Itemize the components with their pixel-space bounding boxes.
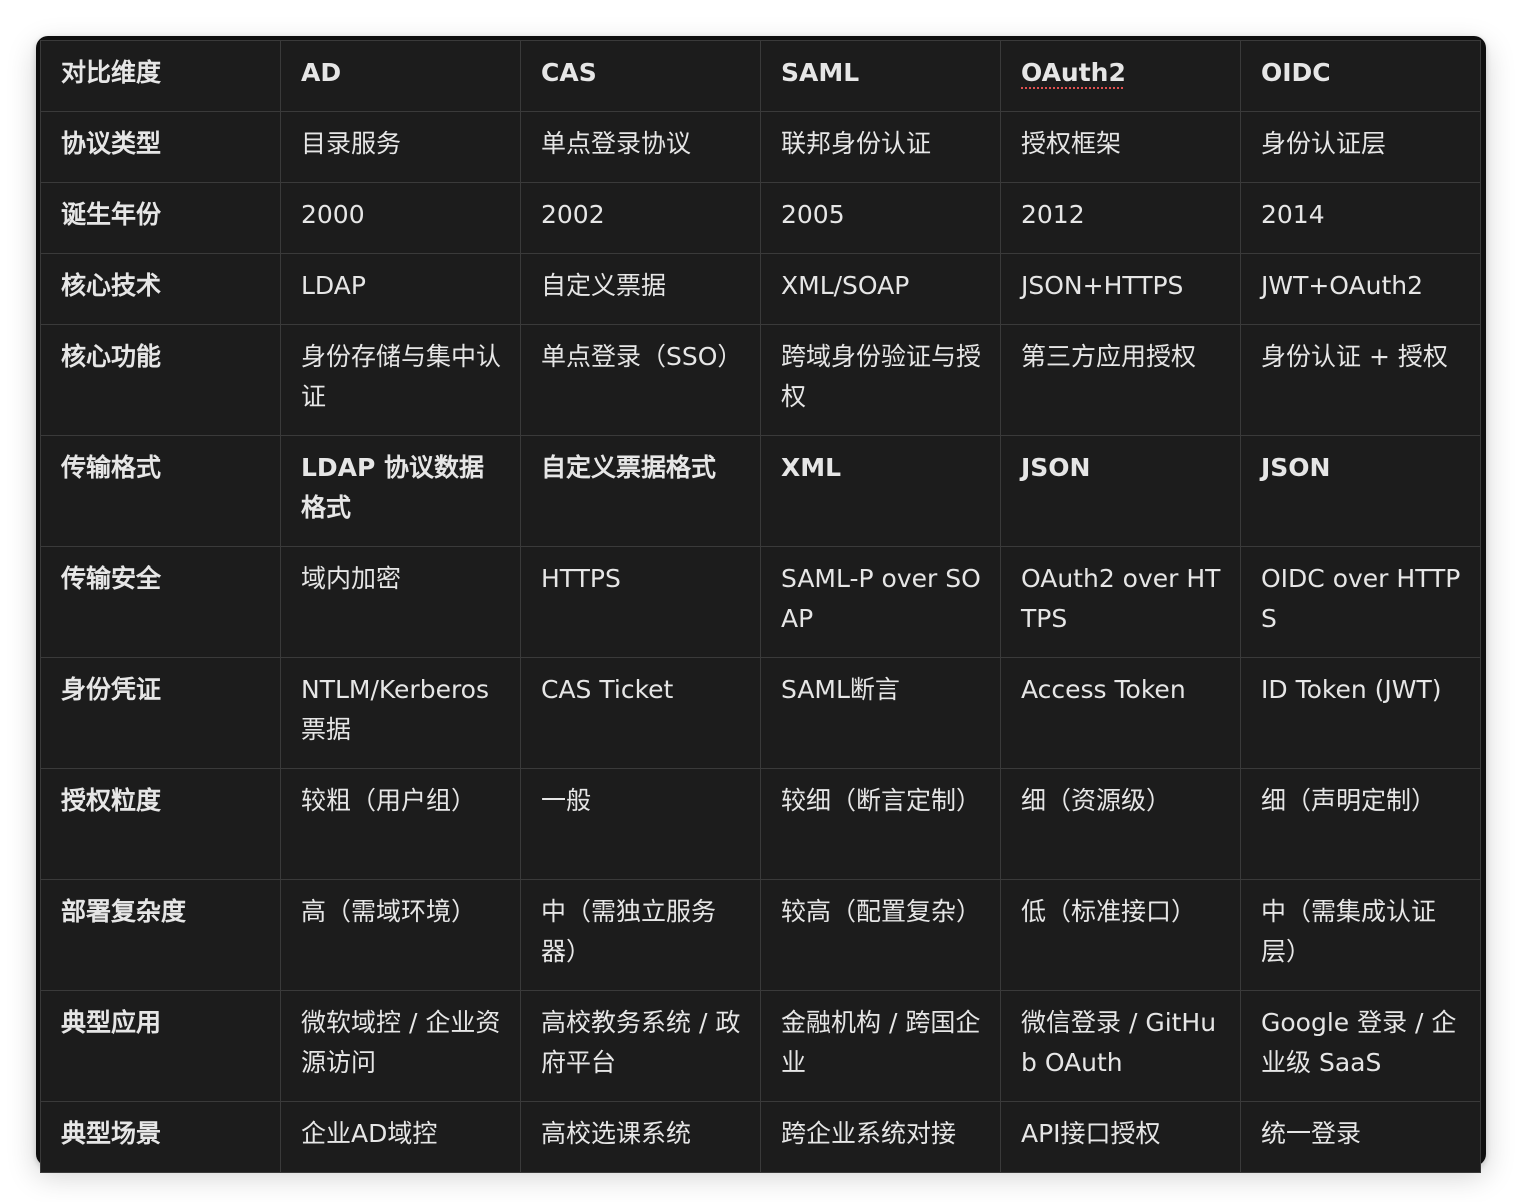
- table-cell: 中（需集成认证层）: [1240, 879, 1481, 991]
- table-row: 授权粒度 较粗（用户组） 一般 较细（断言定制） 细（资源级） 细（声明定制）: [40, 768, 1481, 880]
- table-cell: 域内加密: [280, 546, 521, 658]
- table-cell: 金融机构 / 跨国企业: [760, 990, 1001, 1102]
- header-row: 对比维度 AD CAS SAML OAuth2 OIDC: [40, 40, 1481, 112]
- comparison-table-window: 对比维度 AD CAS SAML OAuth2 OIDC 协议类型 目录服务 单…: [36, 36, 1486, 1173]
- table-cell: 微软域控 / 企业资源访问: [280, 990, 521, 1102]
- table-cell: LDAP: [280, 253, 521, 325]
- row-label: 典型应用: [40, 990, 281, 1102]
- table-cell: NTLM/Kerberos票据: [280, 657, 521, 769]
- row-label: 部署复杂度: [40, 879, 281, 991]
- row-label: 传输安全: [40, 546, 281, 658]
- table-row: 诞生年份 2000 2002 2005 2012 2014: [40, 182, 1481, 254]
- row-label: 核心技术: [40, 253, 281, 325]
- row-label: 身份凭证: [40, 657, 281, 769]
- comparison-table: 对比维度 AD CAS SAML OAuth2 OIDC 协议类型 目录服务 单…: [40, 40, 1481, 1173]
- table-cell: 跨域身份验证与授权: [760, 324, 1001, 436]
- table-cell: 较粗（用户组）: [280, 768, 521, 880]
- header-cell: OIDC: [1240, 40, 1481, 112]
- table-cell: 2012: [1000, 182, 1241, 254]
- table-row: 典型应用 微软域控 / 企业资源访问 高校教务系统 / 政府平台 金融机构 / …: [40, 990, 1481, 1102]
- header-cell: OAuth2: [1000, 40, 1241, 112]
- table-row: 核心功能 身份存储与集中认证 单点登录（SSO） 跨域身份验证与授权 第三方应用…: [40, 324, 1481, 436]
- row-label: 授权粒度: [40, 768, 281, 880]
- header-cell: SAML: [760, 40, 1001, 112]
- table-cell: 较高（配置复杂）: [760, 879, 1001, 991]
- row-label: 核心功能: [40, 324, 281, 436]
- table-cell: 较细（断言定制）: [760, 768, 1001, 880]
- row-label: 诞生年份: [40, 182, 281, 254]
- table-cell: 单点登录协议: [520, 111, 761, 183]
- table-cell: 跨企业系统对接: [760, 1101, 1001, 1173]
- header-cell-text: OAuth2: [1021, 58, 1126, 87]
- table-cell: 单点登录（SSO）: [520, 324, 761, 436]
- header-cell: AD: [280, 40, 521, 112]
- row-label: 协议类型: [40, 111, 281, 183]
- row-label: 传输格式: [40, 435, 281, 547]
- table-cell: 企业AD域控: [280, 1101, 521, 1173]
- table-cell: 一般: [520, 768, 761, 880]
- table-cell: CAS Ticket: [520, 657, 761, 769]
- table-row: 部署复杂度 高（需域环境） 中（需独立服务器） 较高（配置复杂） 低（标准接口）…: [40, 879, 1481, 991]
- table-row: 核心技术 LDAP 自定义票据 XML/SOAP JSON+HTTPS JWT+…: [40, 253, 1481, 325]
- table-row: 典型场景 企业AD域控 高校选课系统 跨企业系统对接 API接口授权 统一登录: [40, 1101, 1481, 1173]
- table-row: 传输格式 LDAP 协议数据格式 自定义票据格式 XML JSON JSON: [40, 435, 1481, 547]
- table-cell: OIDC over HTTPS: [1240, 546, 1481, 658]
- table-row: 传输安全 域内加密 HTTPS SAML-P over SOAP OAuth2 …: [40, 546, 1481, 658]
- table-cell: 高校教务系统 / 政府平台: [520, 990, 761, 1102]
- table-cell: XML: [760, 435, 1001, 547]
- table-row: 协议类型 目录服务 单点登录协议 联邦身份认证 授权框架 身份认证层: [40, 111, 1481, 183]
- table-cell: 第三方应用授权: [1000, 324, 1241, 436]
- table-cell: Google 登录 / 企业级 SaaS: [1240, 990, 1481, 1102]
- table-cell: 微信登录 / GitHub OAuth: [1000, 990, 1241, 1102]
- table-cell: 自定义票据格式: [520, 435, 761, 547]
- table-cell: ID Token (JWT): [1240, 657, 1481, 769]
- table-cell: 2005: [760, 182, 1001, 254]
- table-cell: SAML-P over SOAP: [760, 546, 1001, 658]
- table-cell: 高校选课系统: [520, 1101, 761, 1173]
- table-cell: 低（标准接口）: [1000, 879, 1241, 991]
- table-cell: 细（资源级）: [1000, 768, 1241, 880]
- table-cell: 2002: [520, 182, 761, 254]
- table-cell: JWT+OAuth2: [1240, 253, 1481, 325]
- table-cell: 高（需域环境）: [280, 879, 521, 991]
- table-cell: LDAP 协议数据格式: [280, 435, 521, 547]
- table-cell: 中（需独立服务器）: [520, 879, 761, 991]
- table-cell: 2000: [280, 182, 521, 254]
- table-row: 身份凭证 NTLM/Kerberos票据 CAS Ticket SAML断言 A…: [40, 657, 1481, 769]
- table-cell: 目录服务: [280, 111, 521, 183]
- table-cell: 身份认证层: [1240, 111, 1481, 183]
- row-label: 典型场景: [40, 1101, 281, 1173]
- table-cell: 细（声明定制）: [1240, 768, 1481, 880]
- table-cell: 2014: [1240, 182, 1481, 254]
- table-cell: JSON: [1240, 435, 1481, 547]
- table-cell: 授权框架: [1000, 111, 1241, 183]
- table-cell: 身份认证 + 授权: [1240, 324, 1481, 436]
- table-cell: HTTPS: [520, 546, 761, 658]
- table-cell: 自定义票据: [520, 253, 761, 325]
- table-cell: 身份存储与集中认证: [280, 324, 521, 436]
- table-cell: JSON: [1000, 435, 1241, 547]
- table-cell: OAuth2 over HTTPS: [1000, 546, 1241, 658]
- header-cell: CAS: [520, 40, 761, 112]
- table-cell: XML/SOAP: [760, 253, 1001, 325]
- table-cell: API接口授权: [1000, 1101, 1241, 1173]
- table-cell: SAML断言: [760, 657, 1001, 769]
- table-cell: 联邦身份认证: [760, 111, 1001, 183]
- header-cell: 对比维度: [40, 40, 281, 112]
- table-cell: JSON+HTTPS: [1000, 253, 1241, 325]
- table-cell: 统一登录: [1240, 1101, 1481, 1173]
- table-cell: Access Token: [1000, 657, 1241, 769]
